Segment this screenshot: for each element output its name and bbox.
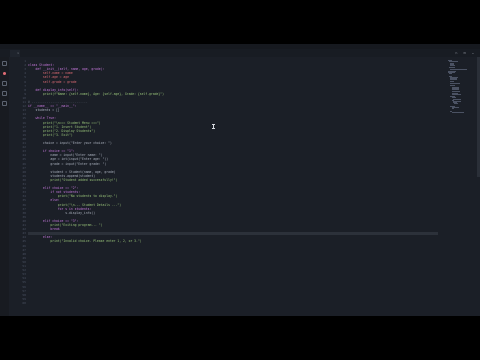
code-line[interactable]: self.grade = grade: [28, 80, 77, 84]
code-line[interactable]: s.display_info(): [28, 211, 95, 215]
code-line[interactable]: break: [28, 227, 59, 231]
run-indicator-icon[interactable]: [3, 72, 6, 75]
editor-actions[interactable]: ▷ ⊡ …: [455, 49, 476, 57]
search-icon[interactable]: [2, 81, 7, 86]
code-line[interactable]: print("Student added successfully!"): [28, 178, 117, 182]
close-icon[interactable]: ×: [17, 50, 19, 57]
code-line[interactable]: students = []: [28, 109, 59, 112]
minimap-line: [451, 111, 464, 113]
code-line[interactable]: print("3. Exit"): [28, 133, 73, 137]
activity-bar: [0, 57, 9, 316]
tab-bar: × ▷ ⊡ …: [0, 49, 480, 57]
code-editor[interactable]: class Student: def __init__(self, name, …: [28, 57, 438, 316]
minimap-line: [451, 108, 454, 110]
current-line-highlight: [28, 232, 438, 236]
source-control-icon[interactable]: [2, 91, 7, 96]
minimap-line: [450, 83, 460, 84]
code-line[interactable]: grade = input("Enter grade: "): [28, 162, 106, 166]
extensions-icon[interactable]: [2, 101, 7, 106]
minimap-line: [450, 65, 455, 66]
code-line[interactable]: choice = input("Enter your choice: "): [28, 141, 112, 145]
code-line[interactable]: print(f"Name: {self.name}, Age: {self.ag…: [28, 92, 164, 96]
editor-window: × ▷ ⊡ … 1 2 3 4 5 6 7 8 9 10 11 12 13 14 15 16 17 18 19 20 2…: [0, 44, 480, 316]
minimap-line: [450, 80, 455, 82]
minimap[interactable]: [448, 57, 474, 316]
minimap-line: [452, 98, 461, 100]
tab-student-py[interactable]: ×: [10, 50, 20, 57]
minimap-line: [451, 93, 461, 95]
explorer-icon[interactable]: [2, 61, 7, 66]
minimap-line: [450, 68, 467, 70]
code-line[interactable]: print("Invalid choice. Please enter 1, 2…: [28, 240, 141, 243]
line-number-gutter: 1 2 3 4 5 6 7 8 9 10 11 12 13 14 15 16 17 18 19 20 21 22 23 24 2…: [9, 57, 27, 316]
mouse-cursor-icon: [212, 124, 216, 129]
minimap-line: [454, 103, 458, 105]
minimap-line: [449, 73, 453, 75]
minimap-line: [451, 89, 460, 90]
line-number: 60: [22, 300, 26, 305]
